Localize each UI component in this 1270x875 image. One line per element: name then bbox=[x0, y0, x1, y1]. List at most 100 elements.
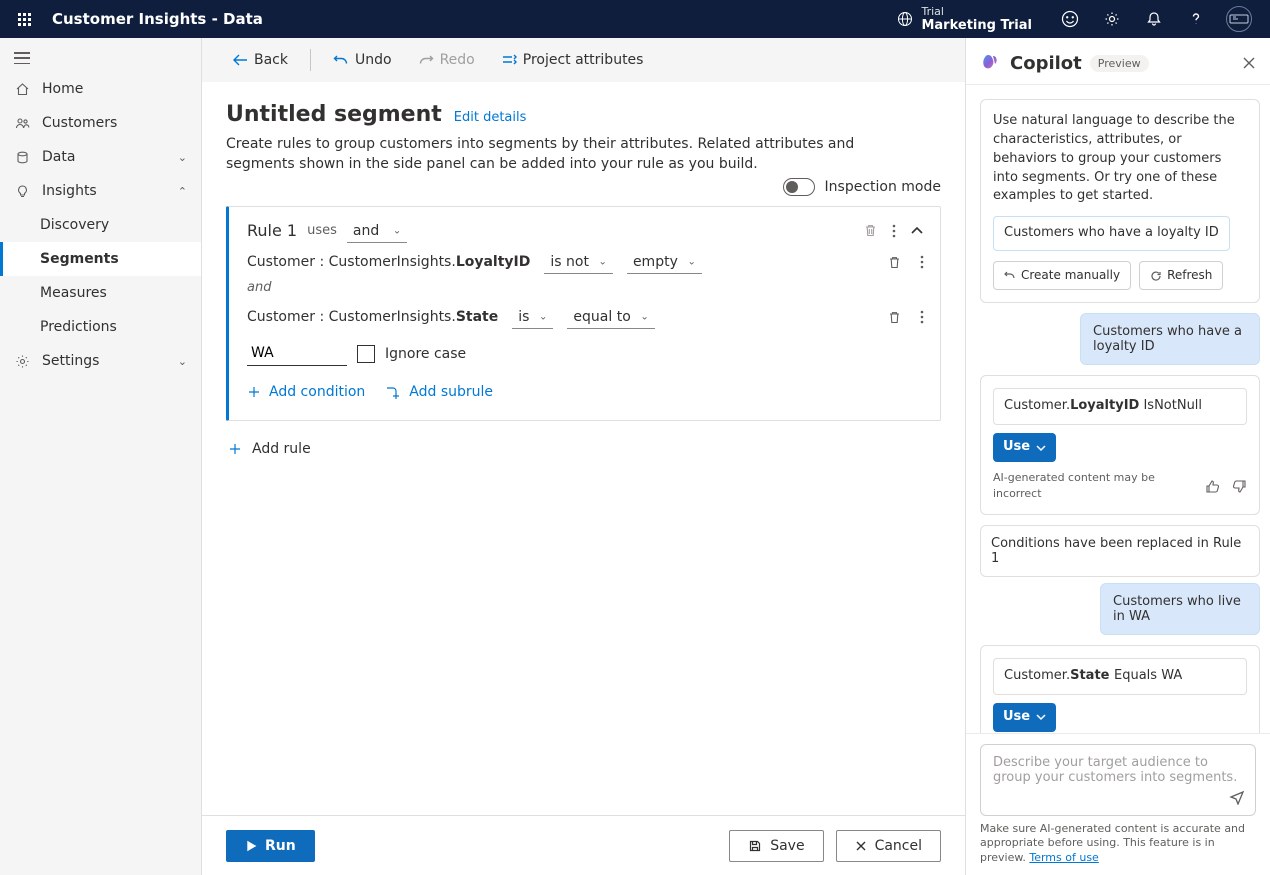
copilot-expression: Customer.LoyaltyID IsNotNull bbox=[993, 388, 1247, 425]
rule-more-icon[interactable] bbox=[892, 224, 896, 238]
app-name: Customer Insights - Data bbox=[52, 10, 263, 28]
back-label: Back bbox=[254, 52, 288, 68]
use-button[interactable]: Use bbox=[993, 433, 1056, 462]
nav-label: Home bbox=[42, 81, 83, 97]
copilot-status: Conditions have been replaced in Rule 1 bbox=[980, 525, 1260, 577]
nav-home[interactable]: Home bbox=[0, 72, 201, 106]
top-bar: Customer Insights - Data Trial Marketing… bbox=[0, 0, 1270, 38]
copilot-hint: Use natural language to describe the cha… bbox=[993, 112, 1247, 206]
copilot-title: Copilot bbox=[1010, 53, 1082, 74]
copilot-panel: Copilot Preview Use natural language to … bbox=[965, 38, 1270, 875]
separator bbox=[310, 49, 311, 71]
nav-predictions[interactable]: Predictions bbox=[0, 310, 201, 344]
condition-more-icon[interactable] bbox=[920, 255, 924, 270]
nav-data[interactable]: Data⌄ bbox=[0, 140, 201, 174]
nav-segments[interactable]: Segments bbox=[0, 242, 201, 276]
copilot-icon bbox=[980, 52, 1002, 74]
thumbs-down-icon[interactable] bbox=[1232, 479, 1247, 494]
copilot-expression: Customer.State Equals WA bbox=[993, 658, 1247, 695]
nav-label: Segments bbox=[40, 251, 119, 267]
project-label: Project attributes bbox=[523, 52, 644, 68]
undo-button[interactable]: Undo bbox=[323, 46, 402, 74]
nav-measures[interactable]: Measures bbox=[0, 276, 201, 310]
preview-badge: Preview bbox=[1090, 55, 1149, 72]
nav-label: Insights bbox=[42, 183, 97, 199]
condition-more-icon[interactable] bbox=[920, 310, 924, 325]
delete-rule-icon[interactable] bbox=[863, 223, 878, 238]
condition-row-2: Customer : CustomerInsights.State is⌄ eq… bbox=[247, 309, 924, 325]
avatar[interactable] bbox=[1226, 6, 1252, 32]
nav-insights[interactable]: Insights ⌃ bbox=[0, 174, 201, 208]
data-icon bbox=[14, 150, 30, 165]
settings-icon[interactable] bbox=[1092, 0, 1132, 38]
value-select[interactable]: empty⌄ bbox=[627, 254, 702, 270]
notifications-icon[interactable] bbox=[1134, 0, 1174, 38]
condition-attribute: Customer : CustomerInsights.LoyaltyID bbox=[247, 254, 530, 270]
nav-label: Discovery bbox=[40, 217, 109, 233]
copilot-disclaimer: Make sure AI-generated content is accura… bbox=[980, 822, 1256, 865]
nav-label: Settings bbox=[42, 353, 99, 369]
rule-name: Rule 1 bbox=[247, 221, 297, 240]
ai-note: AI-generated content may be incorrect bbox=[993, 470, 1195, 502]
value-select[interactable]: equal to⌄ bbox=[567, 309, 654, 325]
and-separator: and bbox=[247, 280, 924, 295]
delete-condition-icon[interactable] bbox=[887, 255, 902, 270]
waffle-icon[interactable] bbox=[10, 5, 38, 33]
cancel-button[interactable]: Cancel bbox=[836, 830, 941, 862]
send-icon[interactable] bbox=[1229, 789, 1245, 805]
segment-description: Create rules to group customers into seg… bbox=[226, 135, 906, 174]
chevron-up-icon: ⌃ bbox=[178, 185, 187, 198]
operator-select[interactable]: is⌄ bbox=[512, 309, 553, 325]
add-rule-button[interactable]: Add rule bbox=[226, 435, 941, 463]
redo-label: Redo bbox=[440, 52, 475, 68]
undo-label: Undo bbox=[355, 52, 392, 68]
copilot-suggestion[interactable]: Customers who have a loyalty ID bbox=[993, 216, 1230, 251]
copilot-response-card: Customer.State Equals WA Use AI-generate… bbox=[980, 645, 1260, 733]
project-attributes-button[interactable]: Project attributes bbox=[491, 46, 654, 74]
edit-details-link[interactable]: Edit details bbox=[454, 110, 527, 125]
rule-joiner-select[interactable]: and⌄ bbox=[347, 223, 407, 239]
create-manually-button[interactable]: Create manually bbox=[993, 261, 1131, 290]
terms-link[interactable]: Terms of use bbox=[1029, 851, 1098, 864]
inspection-label: Inspection mode bbox=[825, 179, 941, 195]
help-icon[interactable] bbox=[1176, 0, 1216, 38]
thumbs-up-icon[interactable] bbox=[1205, 479, 1220, 494]
save-button[interactable]: Save bbox=[729, 830, 823, 862]
ignore-case-label: Ignore case bbox=[385, 346, 466, 362]
value-input[interactable] bbox=[247, 341, 347, 366]
add-condition-button[interactable]: Add condition bbox=[247, 380, 365, 404]
copilot-response-card: Customer.LoyaltyID IsNotNull Use AI-gene… bbox=[980, 375, 1260, 515]
feedback-icon[interactable] bbox=[1050, 0, 1090, 38]
operator-select[interactable]: is not⌄ bbox=[544, 254, 613, 270]
environment-picker[interactable]: Trial Marketing Trial bbox=[897, 5, 1032, 34]
close-icon[interactable] bbox=[1242, 56, 1256, 70]
add-subrule-button[interactable]: Add subrule bbox=[385, 380, 493, 404]
rule-card: Rule 1 uses and⌄ Customer : CustomerInsi… bbox=[226, 206, 941, 421]
trial-label: Trial bbox=[921, 5, 1032, 18]
nav-discovery[interactable]: Discovery bbox=[0, 208, 201, 242]
chevron-down-icon: ⌄ bbox=[178, 355, 187, 368]
refresh-button[interactable]: Refresh bbox=[1139, 261, 1223, 290]
sidebar: Home Customers Data⌄ Insights⌃ Discovery… bbox=[0, 38, 202, 875]
nav-customers[interactable]: Customers bbox=[0, 106, 201, 140]
ignore-case-checkbox[interactable] bbox=[357, 345, 375, 363]
copilot-input[interactable]: Describe your target audience to group y… bbox=[980, 744, 1256, 816]
rule-joiner-value: and bbox=[347, 220, 407, 243]
collapse-rule-icon[interactable] bbox=[910, 226, 924, 236]
nav-settings[interactable]: Settings ⌄ bbox=[0, 344, 201, 378]
inspection-toggle[interactable] bbox=[783, 178, 815, 196]
customers-icon bbox=[14, 116, 30, 131]
trial-name: Marketing Trial bbox=[921, 18, 1032, 34]
sidebar-toggle[interactable] bbox=[0, 44, 201, 72]
redo-button: Redo bbox=[408, 46, 485, 74]
segment-title: Untitled segment bbox=[226, 102, 442, 127]
run-button[interactable]: Run bbox=[226, 830, 315, 862]
nav-label: Data bbox=[42, 149, 75, 165]
copilot-input-placeholder: Describe your target audience to group y… bbox=[993, 755, 1243, 785]
copilot-scroll[interactable]: Use natural language to describe the cha… bbox=[966, 84, 1270, 733]
use-button[interactable]: Use bbox=[993, 703, 1056, 732]
delete-condition-icon[interactable] bbox=[887, 310, 902, 325]
copilot-input-area: Describe your target audience to group y… bbox=[966, 733, 1270, 875]
nav-label: Customers bbox=[42, 115, 117, 131]
back-button[interactable]: Back bbox=[222, 46, 298, 74]
